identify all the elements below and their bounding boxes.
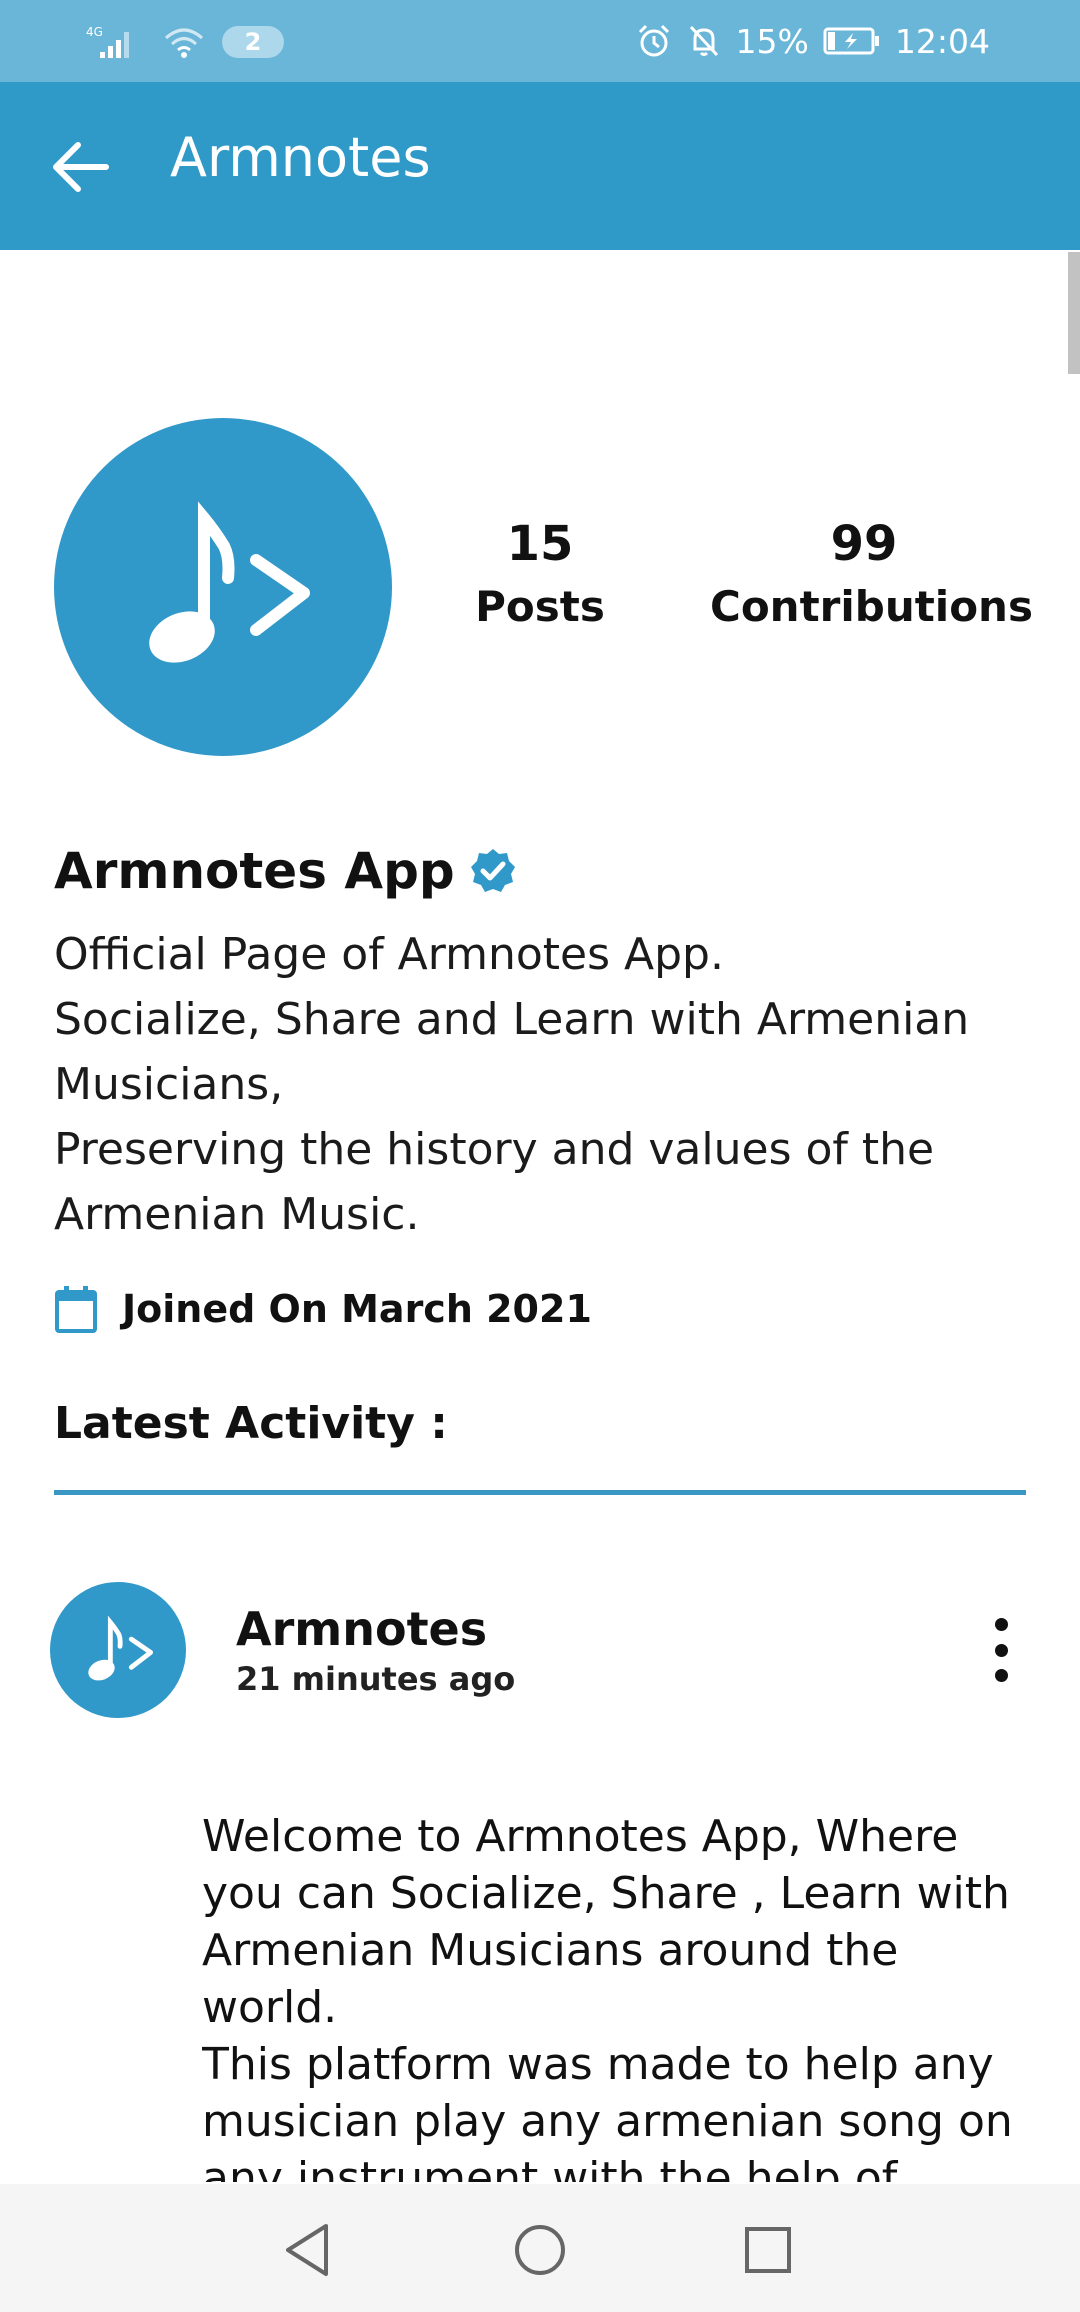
armnotes-logo-icon	[88, 1615, 154, 1681]
alarm-icon	[638, 24, 669, 57]
status-right: 15% 12:04	[636, 18, 990, 64]
joined-row: Joined On March 2021	[54, 1284, 592, 1334]
sim-badge: 2	[222, 26, 284, 58]
profile-name-row: Armnotes App	[54, 842, 517, 900]
status-bar: 4G 2 15% 12:04	[0, 0, 1080, 82]
nav-recents-icon[interactable]	[730, 2212, 806, 2288]
app-bar: Armnotes	[0, 82, 1080, 250]
battery-charging-icon	[823, 27, 879, 55]
status-left: 4G 2	[86, 20, 284, 64]
armnotes-logo-icon	[149, 501, 310, 663]
menu-dot	[994, 1618, 1008, 1631]
profile-avatar[interactable]	[54, 418, 392, 756]
post-timestamp: 21 minutes ago	[236, 1660, 516, 1698]
nav-home-icon[interactable]	[502, 2212, 578, 2288]
mute-bell-icon	[689, 25, 718, 57]
battery-percent: 15%	[735, 21, 809, 61]
back-arrow-icon[interactable]	[46, 132, 116, 202]
posts-count: 15	[506, 516, 574, 572]
system-nav-bar	[0, 2184, 1080, 2312]
latest-activity-heading: Latest Activity :	[54, 1398, 448, 1449]
app-title: Armnotes	[170, 126, 431, 189]
contributions-count: 99	[830, 516, 898, 572]
signal-icon: 4G	[86, 25, 129, 58]
menu-dot	[994, 1643, 1008, 1657]
verified-badge-icon	[470, 849, 515, 892]
posts-label: Posts	[475, 582, 605, 631]
nav-back-icon[interactable]	[270, 2212, 346, 2288]
post-avatar[interactable]	[50, 1582, 186, 1718]
posts-stat[interactable]: 15 Posts	[470, 516, 610, 631]
profile-bio: Official Page of Armnotes App. Socialize…	[54, 929, 970, 1240]
profile-name: Armnotes App	[54, 842, 455, 900]
post-body: Welcome to Armnotes App, Where you can S…	[202, 1811, 1013, 2182]
scrollbar[interactable]	[1068, 252, 1080, 374]
contributions-stat[interactable]: 99 Contributions	[710, 516, 1033, 631]
joined-date: Joined On March 2021	[122, 1287, 592, 1331]
wifi-icon	[165, 28, 203, 58]
section-divider	[54, 1490, 1026, 1495]
clock: 12:04	[894, 21, 990, 61]
contributions-label: Contributions	[710, 582, 1033, 631]
more-vertical-icon[interactable]	[980, 1618, 1022, 1682]
post-author[interactable]: Armnotes	[236, 1602, 487, 1656]
menu-dot	[994, 1669, 1008, 1682]
network-type: 4G	[86, 25, 103, 39]
calendar-icon	[55, 1286, 97, 1333]
